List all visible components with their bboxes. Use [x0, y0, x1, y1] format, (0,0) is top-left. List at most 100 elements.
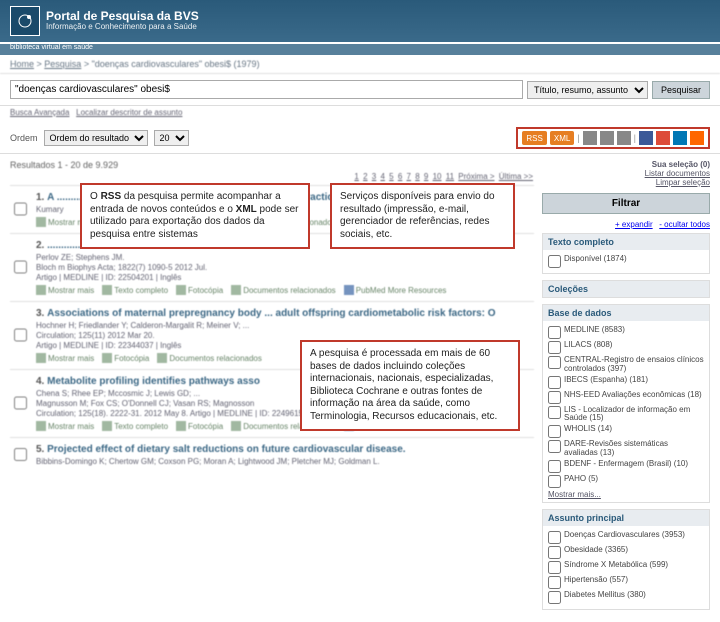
page-last[interactable]: Última >> — [499, 172, 533, 181]
page-link[interactable]: 9 — [424, 172, 428, 181]
page-link[interactable]: 5 — [389, 172, 393, 181]
filter-mainsubject: Assunto principal Doenças Cardiovascular… — [542, 509, 710, 610]
callout-rss: O RSS da pesquisa permite acompanhar a e… — [80, 183, 310, 249]
list-docs-link[interactable]: Listar documentos — [542, 169, 710, 178]
result-source: Bloch m Biophys Acta; 1822(7) 1090-5 201… — [36, 263, 534, 272]
perpage-select[interactable]: 20 — [154, 130, 189, 146]
result-checkbox[interactable] — [14, 310, 27, 360]
order-label: Ordem — [10, 133, 38, 143]
results-count: Resultados 1 - 20 de 9.929 — [10, 160, 534, 170]
clear-selection-link[interactable]: Limpar seleção — [542, 178, 710, 187]
page-link[interactable]: 4 — [380, 172, 384, 181]
print-icon[interactable] — [583, 131, 597, 145]
link-related[interactable]: Documentos relacionados — [231, 285, 336, 295]
page-link[interactable]: 10 — [433, 172, 442, 181]
filter-option[interactable]: PAHO (5) — [548, 475, 704, 488]
filter-databases: Base de dados MEDLINE (8583)LILACS (808)… — [542, 304, 710, 503]
google-icon[interactable] — [656, 131, 670, 145]
selection-title: Sua seleção (0) — [652, 160, 710, 169]
export-icon[interactable] — [617, 131, 631, 145]
filter-header: Texto completo — [548, 237, 614, 247]
page-link[interactable]: 3 — [372, 172, 376, 181]
link-pubmed[interactable]: PubMed More Resources — [344, 285, 447, 295]
callout-services: Serviços disponíveis para envio do resul… — [330, 183, 515, 249]
filter-option[interactable]: CENTRAL-Registro de ensaios clínicos con… — [548, 356, 704, 374]
link-photocopy[interactable]: Fotocópia — [176, 285, 223, 295]
result-links: Mostrar mais Texto completo Fotocópia Do… — [36, 285, 534, 295]
link-fulltext[interactable]: Texto completo — [102, 285, 168, 295]
filter-option[interactable]: Síndrome X Metabólica (599) — [548, 561, 704, 574]
order-select[interactable]: Ordem do resultado — [44, 130, 148, 146]
link-fulltext[interactable]: Texto completo — [102, 421, 168, 431]
search-scope-select[interactable]: Título, resumo, assunto — [527, 81, 648, 99]
link-more[interactable]: Mostrar mais — [36, 421, 94, 431]
page-next[interactable]: Próxima > — [458, 172, 494, 181]
search-button[interactable]: Pesquisar — [652, 81, 710, 99]
filter-option[interactable]: Doenças Cardiovasculares (3953) — [548, 531, 704, 544]
filter-option[interactable]: MEDLINE (8583) — [548, 326, 704, 339]
page-link[interactable]: 7 — [407, 172, 411, 181]
result-meta: Artigo | MEDLINE | ID: 22504201 | Inglês — [36, 273, 534, 282]
breadcrumb-home[interactable]: Home — [10, 59, 34, 69]
filter-option[interactable]: BDENF - Enfermagem (Brasil) (10) — [548, 460, 704, 473]
filter-option[interactable]: Diabetes Mellitus (380) — [548, 591, 704, 604]
app-header: Portal de Pesquisa da BVS Informação e C… — [0, 0, 720, 42]
results-toolbar: Ordem Ordem do resultado 20 RSS XML | | — [0, 123, 720, 154]
breadcrumb-search[interactable]: Pesquisa — [44, 59, 81, 69]
result-title[interactable]: Metabolite profiling identifies pathways… — [47, 376, 260, 387]
result-number: 4. — [36, 376, 44, 387]
linkedin-icon[interactable] — [673, 131, 687, 145]
rss-button[interactable]: RSS — [522, 131, 546, 145]
result-title[interactable]: Projected effect of dietary salt reducti… — [47, 444, 405, 455]
filter-option[interactable]: LILACS (808) — [548, 341, 704, 354]
result-authors: Hochner H; Friedlander Y; Calderon-Marga… — [36, 321, 534, 330]
filter-option[interactable]: NHS-EED Avaliações econômicas (18) — [548, 391, 704, 404]
hide-all-link[interactable]: - ocultar todos — [659, 220, 710, 229]
show-more-link[interactable]: Mostrar mais... — [548, 490, 601, 499]
addthis-icon[interactable] — [690, 131, 704, 145]
page-link[interactable]: 11 — [446, 172, 454, 181]
breadcrumb-query: "doenças cardiovasculares" obesi$ (1979) — [92, 59, 260, 69]
result-source: Circulation; 125(11) 2012 Mar 20. — [36, 331, 534, 340]
page-link[interactable]: 2 — [363, 172, 367, 181]
result-checkbox[interactable] — [14, 446, 27, 463]
facebook-icon[interactable] — [639, 131, 653, 145]
result-title[interactable]: Associations of maternal prepregnancy bo… — [47, 308, 495, 319]
search-sublinks: Busca Avançada Localizar descritor de as… — [0, 106, 720, 123]
link-photocopy[interactable]: Fotocópia — [102, 353, 149, 363]
logo-icon — [10, 6, 40, 36]
link-more[interactable]: Mostrar mais — [36, 353, 94, 363]
advanced-search-link[interactable]: Busca Avançada — [10, 108, 69, 117]
search-input[interactable] — [10, 80, 523, 99]
page-link[interactable]: 8 — [415, 172, 419, 181]
link-more[interactable]: Mostrar mais — [36, 285, 94, 295]
email-icon[interactable] — [600, 131, 614, 145]
result-authors: Perlov ZE; Stephens JM. — [36, 253, 534, 262]
page-link[interactable]: 1 — [354, 172, 358, 181]
header-subtitle: Informação e Conhecimento para a Saúde — [46, 23, 199, 32]
filter-option[interactable]: LIS - Localizador de informação em Saúde… — [548, 406, 704, 424]
link-related[interactable]: Documentos relacionados — [157, 353, 262, 363]
link-photocopy[interactable]: Fotocópia — [176, 421, 223, 431]
filter-button[interactable]: Filtrar — [542, 193, 710, 214]
expand-all-link[interactable]: + expandir — [615, 220, 653, 229]
filter-header: Coleções — [548, 284, 588, 294]
sidebar: Sua seleção (0) Listar documentos Limpar… — [542, 160, 710, 616]
vhl-label: biblioteca virtual em saúde — [0, 44, 720, 55]
filter-option[interactable]: Hipertensão (557) — [548, 576, 704, 589]
locate-descriptor-link[interactable]: Localizar descritor de assunto — [76, 108, 182, 117]
filter-fulltext: Texto completo Disponível (1874) — [542, 233, 710, 274]
filter-option[interactable]: DARE-Revisões sistemáticas avaliadas (13… — [548, 440, 704, 458]
result-checkbox[interactable] — [14, 194, 27, 224]
result-checkbox[interactable] — [14, 242, 27, 292]
xml-button[interactable]: XML — [550, 131, 574, 145]
filter-option[interactable]: WHOLIS (14) — [548, 425, 704, 438]
page-link[interactable]: 6 — [398, 172, 402, 181]
result-number: 2. — [36, 240, 44, 251]
breadcrumb: Home > Pesquisa > "doenças cardiovascula… — [0, 55, 720, 74]
filter-option[interactable]: IBECS (Espanha) (181) — [548, 376, 704, 389]
filter-option[interactable]: Obesidade (3365) — [548, 546, 704, 559]
filter-option[interactable]: Disponível (1874) — [548, 255, 704, 268]
result-authors: Bibbins-Domingo K; Chertow GM; Coxson PG… — [36, 457, 534, 466]
result-checkbox[interactable] — [14, 378, 27, 428]
